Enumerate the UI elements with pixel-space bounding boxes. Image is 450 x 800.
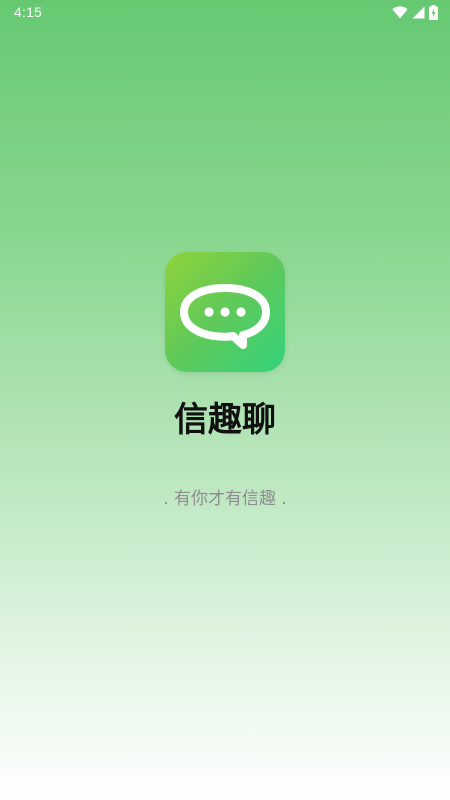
chat-dot-icon bbox=[236, 307, 246, 317]
status-bar: 4:15 bbox=[0, 0, 450, 24]
chat-dot-icon bbox=[220, 307, 230, 317]
signal-icon bbox=[412, 6, 425, 18]
app-name: 信趣聊 bbox=[174, 400, 276, 440]
app-slogan: . 有你才有信趣 . bbox=[163, 489, 287, 509]
chat-dot-icon bbox=[204, 307, 214, 317]
wifi-icon bbox=[392, 5, 408, 18]
chat-bubble-icon bbox=[180, 284, 270, 349]
status-time: 4:15 bbox=[14, 4, 43, 20]
app-icon bbox=[165, 252, 285, 372]
battery-charging-icon bbox=[429, 4, 438, 20]
status-icons bbox=[392, 4, 438, 20]
